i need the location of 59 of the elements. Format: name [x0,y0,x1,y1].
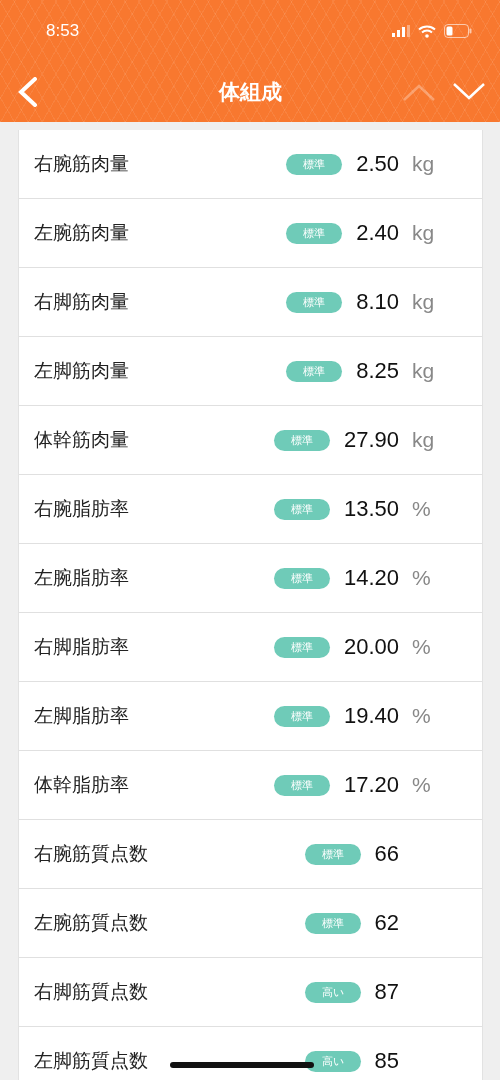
metric-value: 20.00 [343,634,399,660]
status-time: 8:53 [46,21,81,41]
unit-label: kg [412,428,435,451]
status-badge: 標準 [304,912,361,934]
metric-label: 左腕脂肪率 [34,565,129,590]
metric-value: 87 [374,979,399,1005]
metric-value: 14.20 [343,565,399,591]
wifi-icon [418,24,436,38]
status-badge: 標準 [273,567,330,589]
status-badge: 標準 [286,222,343,244]
chevron-down-icon[interactable] [452,82,486,102]
metric-value: 62 [374,910,399,936]
unit-label: kg [412,152,435,175]
metric-label: 右脚筋質点数 [34,979,148,1004]
unit-label: kg [412,359,435,382]
metric-label: 右脚脂肪率 [34,634,129,659]
metric-label: 体幹脂肪率 [34,772,129,797]
metric-label: 左脚筋肉量 [34,358,129,383]
metric-label: 左腕筋質点数 [34,910,148,935]
unit-label: % [412,773,431,796]
metric-label: 右腕筋肉量 [34,151,129,176]
back-icon[interactable] [16,77,40,107]
unit-label: % [412,635,431,658]
status-badge: 標準 [273,705,330,727]
metric-value: 2.40 [356,220,399,246]
metric-label: 左脚筋質点数 [34,1048,148,1073]
unit-label: kg [412,290,435,313]
unit-label: % [412,704,431,727]
metric-value: 2.50 [356,151,399,177]
metric-label: 左腕筋肉量 [34,220,129,245]
unit-label: % [412,497,431,520]
metric-label: 体幹筋肉量 [34,427,129,452]
metric-value: 85 [374,1048,399,1074]
unit-label: % [412,566,431,589]
status-badge: 標準 [286,360,343,382]
status-badge: 高い [304,981,361,1003]
status-badge: 標準 [273,774,330,796]
status-badge: 標準 [273,429,330,451]
metric-value: 8.10 [356,289,399,315]
status-badge: 標準 [286,291,343,313]
metric-value: 66 [374,841,399,867]
status-badge: 標準 [273,636,330,658]
metric-label: 右腕脂肪率 [34,496,129,521]
status-badge: 標準 [286,153,343,175]
status-badge: 高い [304,1050,361,1072]
metric-label: 左脚脂肪率 [34,703,129,728]
unit-label: kg [412,221,435,244]
metric-label: 右脚筋肉量 [34,289,129,314]
metric-value: 19.40 [343,703,399,729]
metric-value: 17.20 [343,772,399,798]
metric-label: 右腕筋質点数 [34,841,148,866]
battery-icon [444,24,472,38]
metric-value: 13.50 [343,496,399,522]
status-badge: 標準 [273,498,330,520]
metric-value: 27.90 [343,427,399,453]
metric-value: 8.25 [356,358,399,384]
status-badge: 標準 [304,843,361,865]
signal-icon [392,25,410,37]
page-title: 体組成 [218,80,282,104]
